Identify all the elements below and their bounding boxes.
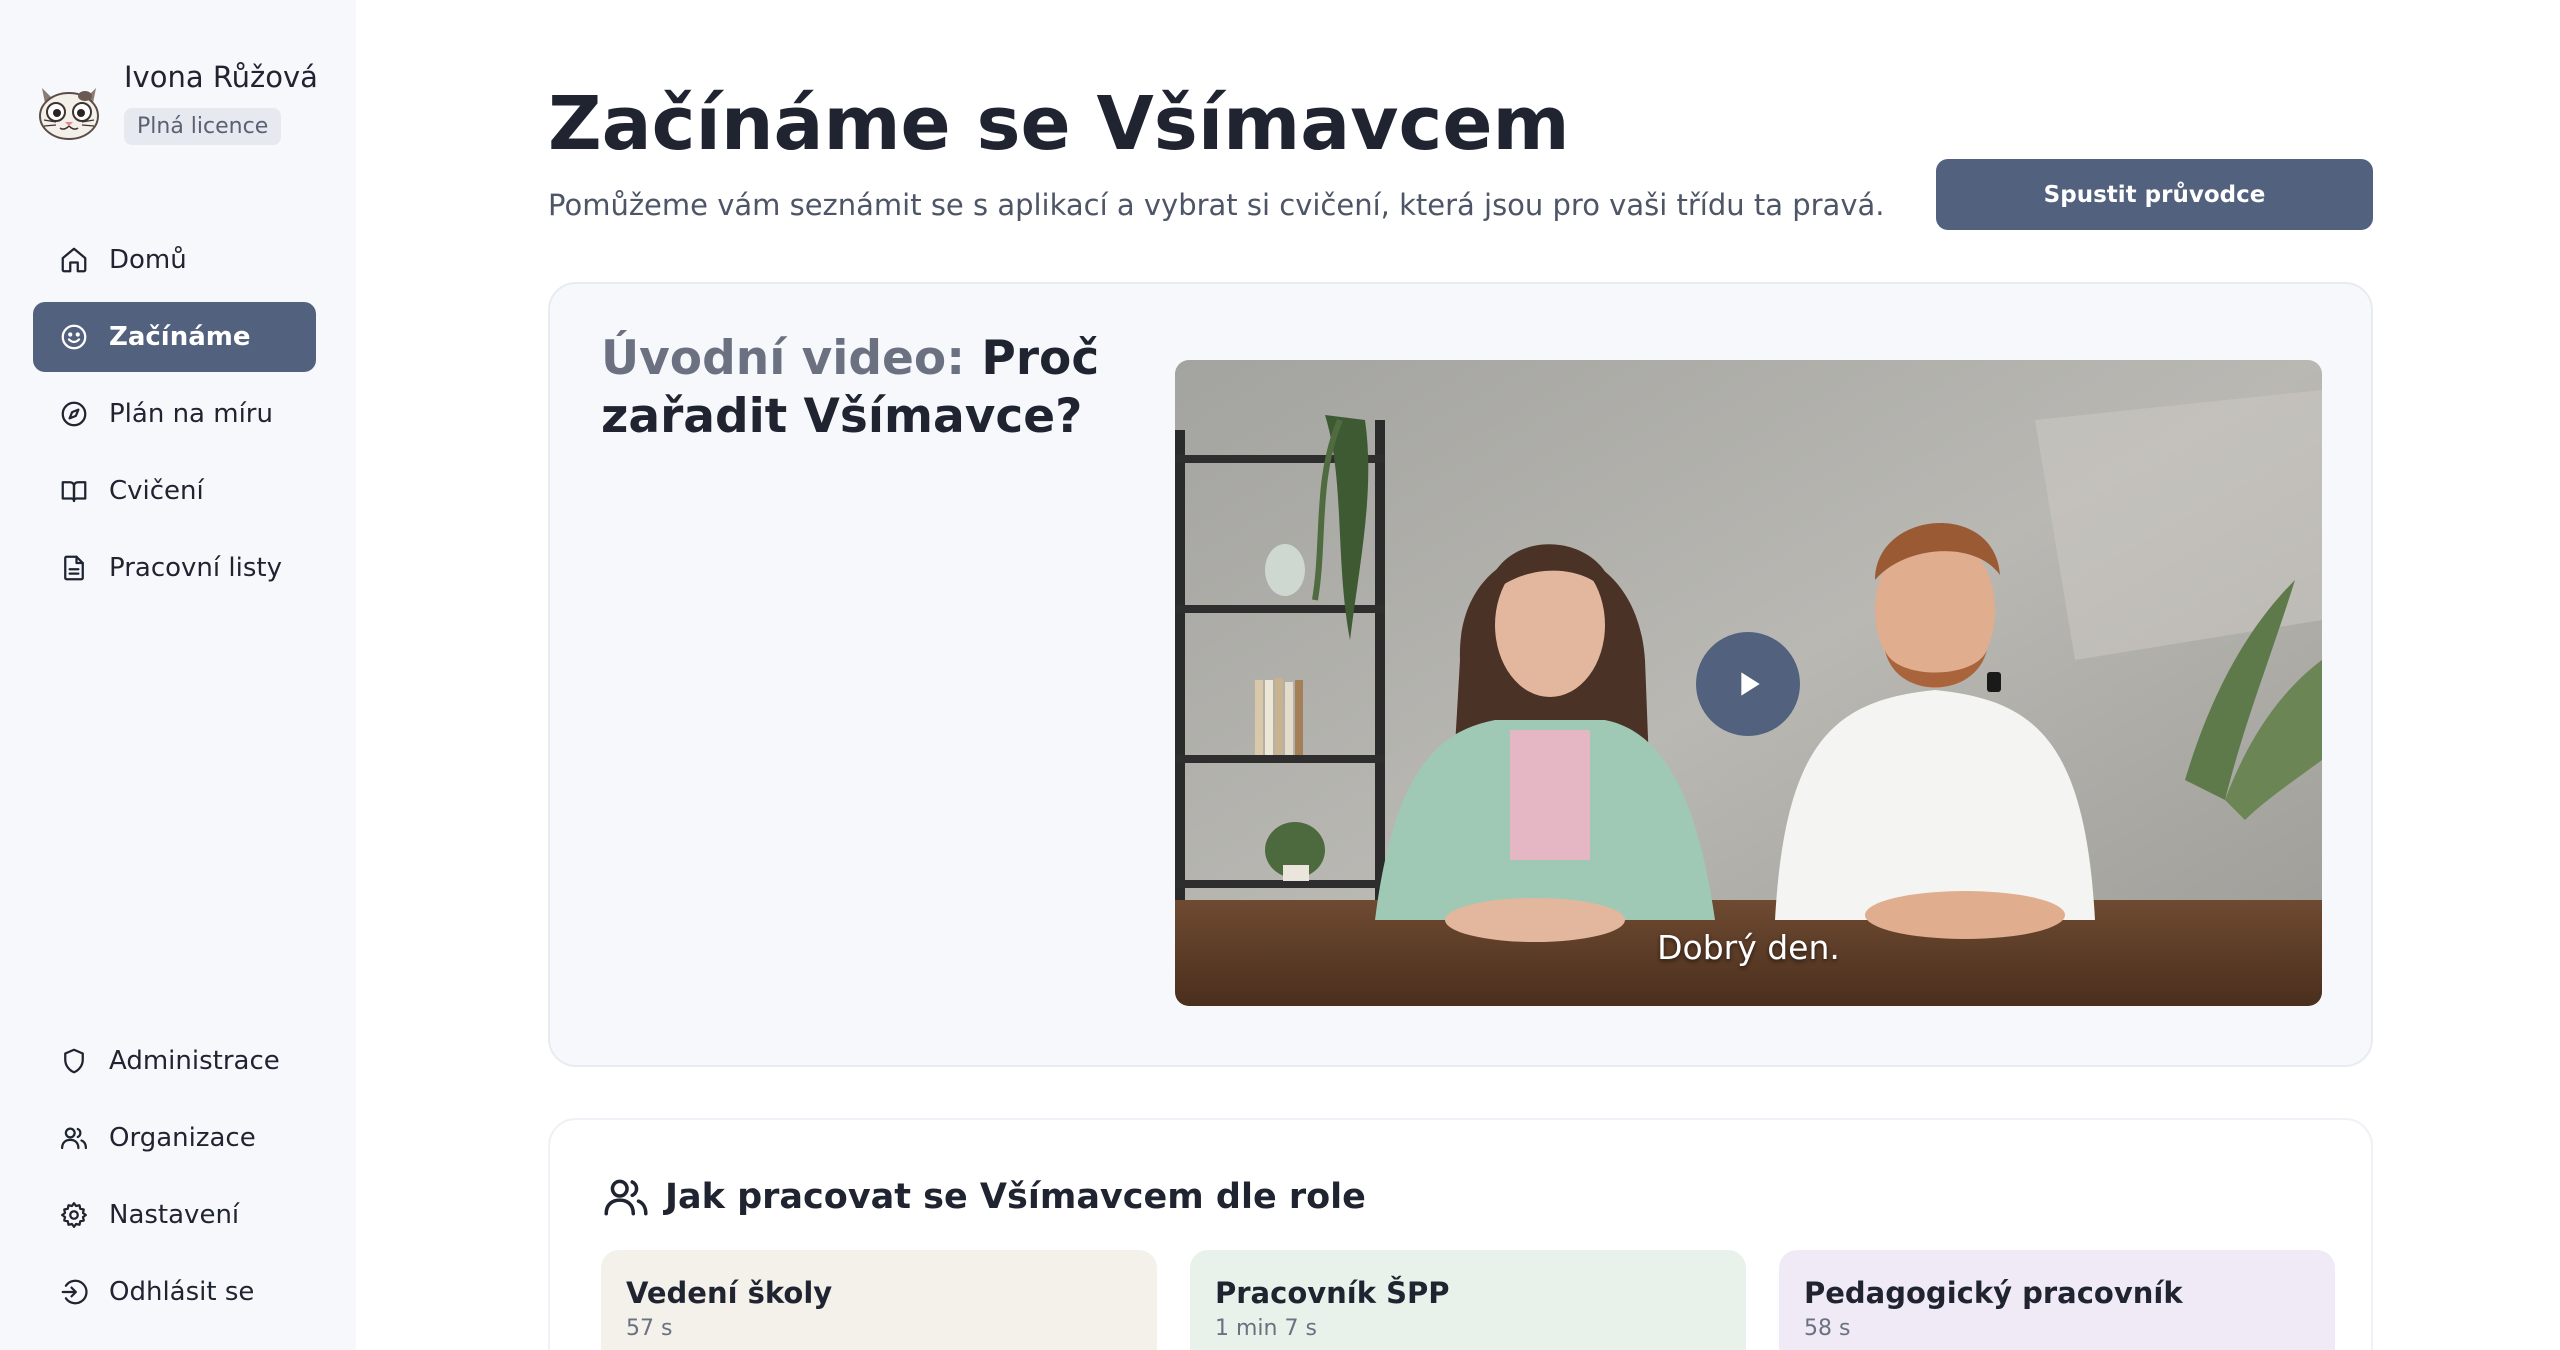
role-duration: 57 s	[626, 1316, 673, 1341]
sidebar-item-label: Pracovní listy	[109, 553, 282, 583]
sidebar-item-label: Cvičení	[109, 476, 204, 506]
roles-card: Jak pracovat se Všímavcem dle role Veden…	[548, 1118, 2373, 1350]
sidebar-item-plan-na-miru[interactable]: Plán na míru	[33, 379, 316, 449]
sidebar-item-odhlasit-se[interactable]: Odhlásit se	[33, 1257, 316, 1327]
sidebar-item-label: Organizace	[109, 1123, 256, 1153]
gear-icon	[61, 1202, 87, 1228]
role-title: Pracovník ŠPP	[1215, 1276, 1450, 1310]
main-nav: Domů Začínáme Plán na míru Cvičení Praco…	[33, 225, 316, 610]
video-caption: Dobrý den.	[1657, 928, 1840, 967]
users-icon	[61, 1127, 87, 1150]
role-card-pracovnik-spp[interactable]: Pracovník ŠPP 1 min 7 s	[1190, 1250, 1746, 1350]
role-title: Vedení školy	[626, 1276, 833, 1310]
sidebar-item-organizace[interactable]: Organizace	[33, 1103, 316, 1173]
compass-icon	[61, 401, 87, 427]
logout-icon	[61, 1279, 88, 1305]
play-button[interactable]	[1696, 632, 1800, 736]
role-duration: 58 s	[1804, 1316, 1851, 1341]
sidebar-item-label: Domů	[109, 245, 187, 275]
license-badge: Plná licence	[124, 108, 282, 145]
shield-icon	[64, 1048, 84, 1074]
home-icon	[61, 247, 87, 273]
sidebar-item-pracovni-listy[interactable]: Pracovní listy	[33, 533, 316, 603]
sidebar-item-nastaveni[interactable]: Nastavení	[33, 1180, 316, 1250]
roles-heading-text: Jak pracovat se Všímavcem dle role	[665, 1177, 1366, 1217]
page-title: Začínáme se Všímavcem	[548, 81, 1570, 167]
video-heading-prefix: Úvodní video:	[601, 331, 966, 386]
smile-icon	[61, 324, 87, 350]
sidebar-item-label: Plán na míru	[109, 399, 273, 429]
play-icon	[1741, 672, 1760, 696]
document-icon	[64, 555, 84, 581]
cat-avatar-icon	[39, 88, 99, 140]
page-subtitle: Pomůžeme vám seznámit se s aplikací a vy…	[548, 188, 1885, 222]
role-title: Pedagogický pracovník	[1804, 1276, 2183, 1310]
sidebar-item-cviceni[interactable]: Cvičení	[33, 456, 316, 526]
video-heading: Úvodní video: Proč zařadit Všímavce?	[601, 330, 1131, 446]
video-player[interactable]: Dobrý den.	[1175, 360, 2322, 1006]
intro-video-card: Úvodní video: Proč zařadit Všímavce? Dob…	[548, 282, 2373, 1067]
sidebar-item-label: Administrace	[109, 1046, 280, 1076]
sidebar-item-zaciname[interactable]: Začínáme	[33, 302, 316, 372]
sidebar-item-label: Začínáme	[109, 322, 251, 352]
role-card-pedagogicky-pracovnik[interactable]: Pedagogický pracovník 58 s	[1779, 1250, 2335, 1350]
users-icon	[604, 1179, 648, 1216]
sidebar-item-label: Odhlásit se	[109, 1277, 255, 1307]
book-icon	[61, 481, 87, 503]
sidebar-item-label: Nastavení	[109, 1200, 240, 1230]
role-card-vedeni-skoly[interactable]: Vedení školy 57 s	[601, 1250, 1157, 1350]
user-profile[interactable]: Ivona Růžová Plná licence	[34, 58, 318, 145]
start-guide-button[interactable]: Spustit průvodce	[1936, 159, 2373, 230]
secondary-nav: Administrace Organizace Nastavení Odhlás…	[33, 1026, 316, 1334]
roles-heading: Jak pracovat se Všímavcem dle role	[601, 1172, 1366, 1222]
role-duration: 1 min 7 s	[1215, 1316, 1317, 1341]
sidebar-item-administrace[interactable]: Administrace	[33, 1026, 316, 1096]
sidebar: Ivona Růžová Plná licence Domů Začínáme …	[0, 0, 356, 1350]
user-name: Ivona Růžová	[124, 60, 318, 94]
sidebar-item-domu[interactable]: Domů	[33, 225, 316, 295]
